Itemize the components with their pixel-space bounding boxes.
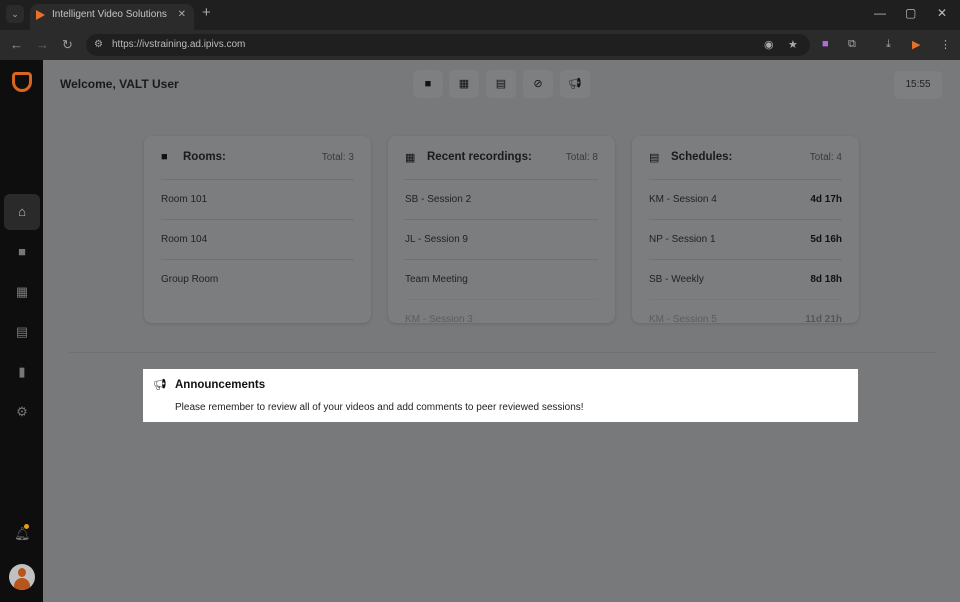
quick-announcements-button[interactable]: 📢︎ <box>560 70 590 98</box>
list-item[interactable]: KM - Session 4 4d 17h <box>649 179 842 219</box>
browser-tab[interactable]: Intelligent Video Solutions ✕ <box>30 4 194 30</box>
sidebar-home[interactable]: ⌂ <box>4 194 40 230</box>
film-icon: ▦ <box>15 284 29 299</box>
schedule-icon: ▤ <box>15 324 29 339</box>
address-bar-row: ← → ↻ ⚙ https://ivstraining.ad.ipivs.com… <box>0 30 960 60</box>
quick-recordings-button[interactable]: ▦ <box>449 70 479 98</box>
film-icon: ▦ <box>458 78 470 90</box>
site-info-icon[interactable]: ⚙ <box>94 34 103 56</box>
time-remaining: 4d 17h <box>810 194 842 205</box>
minimize-button[interactable]: — <box>874 6 886 20</box>
list-item[interactable]: SB - Session 2 <box>405 179 598 219</box>
sidebar-recordings[interactable]: ▦ <box>4 274 40 310</box>
eye-off-icon[interactable]: ◉ <box>764 38 774 51</box>
close-window-button[interactable]: ✕ <box>937 6 947 20</box>
sidebar-rooms[interactable]: ■ <box>4 234 40 270</box>
item-name: JL - Session 9 <box>405 234 468 245</box>
list-item[interactable]: KM - Session 5 11d 21h <box>649 299 842 323</box>
maximize-button[interactable]: ▢ <box>905 6 916 20</box>
profile-extension-icon[interactable]: ■ <box>822 38 829 50</box>
list-item[interactable]: KM - Session 3 <box>405 299 598 323</box>
announcement-message: Please remember to review all of your vi… <box>175 402 584 413</box>
chart-icon: ▮ <box>18 364 26 379</box>
card-title: Schedules: <box>671 151 733 163</box>
url-text: https://ivstraining.ad.ipivs.com <box>112 39 246 50</box>
announcements-panel: 📢︎ Announcements Please remember to revi… <box>143 369 858 422</box>
item-name: Room 104 <box>161 234 208 245</box>
new-tab-button[interactable]: + <box>202 4 211 21</box>
schedules-card: ▤ Schedules: Total: 4 KM - Session 4 4d 17h… <box>632 136 859 323</box>
list-item[interactable]: Room 101 <box>161 179 354 219</box>
tab-search-button[interactable]: ⌄ <box>6 5 24 23</box>
ivs-extension-icon[interactable]: ▶ <box>912 38 920 51</box>
film-icon: ▦ <box>405 152 416 164</box>
card-title: Rooms: <box>183 151 226 163</box>
time-remaining: 11d 21h <box>805 314 842 323</box>
announcements-title: Announcements <box>175 379 266 391</box>
schedule-icon: ▤ <box>649 152 660 164</box>
home-icon: ⌂ <box>18 204 26 219</box>
schedule-icon: ▤ <box>495 78 507 90</box>
bookmark-star-icon[interactable]: ★ <box>788 38 798 51</box>
item-name: KM - Session 4 <box>649 194 717 205</box>
rooms-card: ■ Rooms: Total: 3 Room 101 Room 104 Group … <box>144 136 371 323</box>
divider <box>69 352 935 353</box>
reload-button[interactable]: ↻ <box>62 37 73 53</box>
video-camera-icon: ■ <box>424 78 432 90</box>
item-name: KM - Session 5 <box>649 314 717 323</box>
no-signal-icon: ⊘ <box>533 78 543 90</box>
extensions-icon[interactable]: ⧉ <box>848 38 856 51</box>
menu-icon[interactable]: ⋮ <box>940 38 951 51</box>
list-item[interactable]: Room 104 <box>161 219 354 259</box>
item-name: KM - Session 3 <box>405 314 473 323</box>
favicon-icon <box>36 10 45 20</box>
sidebar-schedules[interactable]: ▤ <box>4 314 40 350</box>
valt-logo[interactable] <box>12 72 32 92</box>
card-title: Recent recordings: <box>427 151 532 163</box>
forward-button[interactable]: → <box>36 37 49 52</box>
item-name: Group Room <box>161 274 219 285</box>
item-name: SB - Weekly <box>649 274 704 285</box>
quick-schedules-button[interactable]: ▤ <box>486 70 516 98</box>
url-input[interactable]: ⚙ https://ivstraining.ad.ipivs.com <box>86 34 810 56</box>
quick-rooms-button[interactable]: ■ <box>413 70 443 98</box>
list-item[interactable]: SB - Weekly 8d 18h <box>649 259 842 299</box>
megaphone-icon: 📢︎ <box>568 78 582 90</box>
item-name: Room 101 <box>161 194 208 205</box>
card-total: Total: 8 <box>565 152 598 163</box>
back-button[interactable]: ← <box>10 37 23 52</box>
list-item[interactable]: NP - Session 1 5d 16h <box>649 219 842 259</box>
recordings-card: ▦ Recent recordings: Total: 8 SB - Session… <box>388 136 615 323</box>
megaphone-icon: 📢︎ <box>153 379 167 391</box>
page-title: Welcome, VALT User <box>60 77 179 91</box>
time-remaining: 5d 16h <box>810 234 842 245</box>
card-total: Total: 3 <box>321 152 354 163</box>
gear-icon: ⚙ <box>16 404 28 419</box>
avatar[interactable] <box>9 564 35 590</box>
sidebar: ⌂ ■ ▦ ▤ ▮ ⚙ 🔔︎ <box>0 60 43 602</box>
time-remaining: 8d 18h <box>810 274 842 285</box>
list-item[interactable]: JL - Session 9 <box>405 219 598 259</box>
notification-dot <box>24 524 29 529</box>
clock: 15:55 <box>894 71 942 99</box>
quick-no-signal-button[interactable]: ⊘ <box>523 70 553 98</box>
sidebar-reports[interactable]: ▮ <box>4 354 40 390</box>
sidebar-settings[interactable]: ⚙ <box>4 394 40 430</box>
browser-tab-bar: ⌄ Intelligent Video Solutions ✕ + — ▢ ✕ <box>0 0 960 30</box>
item-name: NP - Session 1 <box>649 234 716 245</box>
list-item[interactable]: Team Meeting <box>405 259 598 299</box>
close-tab-icon[interactable]: ✕ <box>178 4 186 26</box>
list-item[interactable]: Group Room <box>161 259 354 299</box>
card-total: Total: 4 <box>809 152 842 163</box>
video-camera-icon: ■ <box>161 151 168 163</box>
item-name: SB - Session 2 <box>405 194 472 205</box>
video-camera-icon: ■ <box>18 244 26 259</box>
download-icon[interactable]: ⤓ <box>886 38 891 51</box>
item-name: Team Meeting <box>405 274 468 285</box>
tab-title: Intelligent Video Solutions <box>52 9 167 20</box>
main-content: Welcome, VALT User ■ ▦ ▤ ⊘ 📢︎ 15:55 ■ Roo… <box>43 60 960 602</box>
